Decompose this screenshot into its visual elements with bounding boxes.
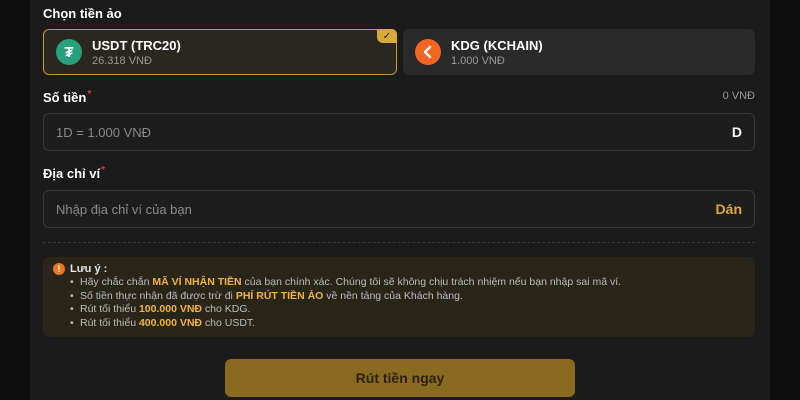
amount-label-text: Số tiền <box>43 90 87 105</box>
notes-title: Lưu ý : <box>70 263 108 275</box>
coin-rate: 1.000 VNĐ <box>451 54 505 67</box>
coin-rate: 26.318 VNĐ <box>92 54 152 67</box>
crypto-option-kdg[interactable]: KDG (KCHAIN) 1.000 VNĐ <box>403 29 755 75</box>
note-item: Số tiền thực nhận đã được trừ đi PHÍ RÚT… <box>70 290 745 304</box>
amount-field[interactable]: D <box>43 113 755 151</box>
note-item: Rút tối thiểu 100.000 VNĐ cho KDG. <box>70 303 745 317</box>
notes-list: Hãy chắc chắn MÃ VÍ NHẬN TIỀN của bạn ch… <box>70 276 745 331</box>
coin-name: USDT (TRC20) <box>92 37 181 53</box>
amount-balance: 0 VNĐ <box>722 90 755 102</box>
wallet-label-text: Địa chỉ ví <box>43 166 101 181</box>
amount-input[interactable] <box>56 124 732 140</box>
currency-suffix: D <box>731 124 742 140</box>
required-mark: * <box>101 165 105 176</box>
selected-check-icon: ✓ <box>377 29 397 43</box>
tether-icon: ₮ <box>56 39 82 65</box>
divider <box>43 242 755 243</box>
notes-box: ! Lưu ý : Hãy chắc chắn MÃ VÍ NHẬN TIỀN … <box>43 257 755 337</box>
withdraw-now-button[interactable]: Rút tiền ngay <box>225 359 575 397</box>
warning-icon: ! <box>53 263 65 275</box>
amount-label: Số tiền* <box>43 89 92 105</box>
coin-name: KDG (KCHAIN) <box>451 37 543 53</box>
paste-button[interactable]: Dán <box>716 201 742 217</box>
crypto-option-usdt[interactable]: ₮ USDT (TRC20) 26.318 VNĐ ✓ <box>43 29 397 75</box>
required-mark: * <box>87 89 92 100</box>
wallet-label: Địa chỉ ví* <box>43 165 105 181</box>
kchain-icon <box>415 39 441 65</box>
wallet-field[interactable]: Dán <box>43 190 755 228</box>
wallet-address-input[interactable] <box>56 201 716 217</box>
note-item: Hãy chắc chắn MÃ VÍ NHẬN TIỀN của bạn ch… <box>70 276 745 290</box>
crypto-section-label: Chọn tiền ảo <box>43 6 122 21</box>
note-item: Rút tối thiểu 400.000 VNĐ cho USDT. <box>70 317 745 331</box>
